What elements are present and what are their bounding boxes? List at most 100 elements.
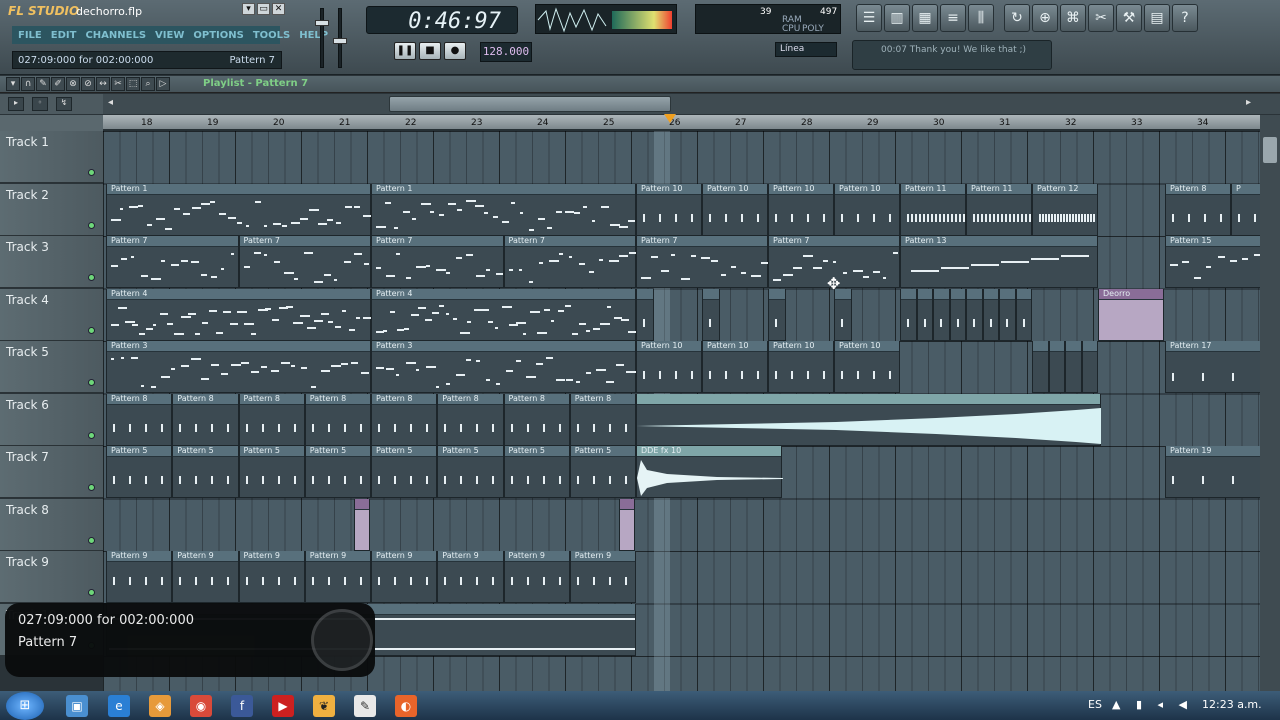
timeline-ruler[interactable]: 18 19 20 21 22 23 24 25 26 27 28 29 30 31 32 33 34 bbox=[103, 114, 1260, 131]
pattern-clip[interactable]: Pattern 11 bbox=[966, 183, 1032, 236]
pattern-clip[interactable] bbox=[966, 288, 983, 341]
pattern-clip[interactable]: Pattern 3 bbox=[106, 341, 371, 393]
system-tray[interactable]: ▲ ▮ ◂ ◀ bbox=[1112, 698, 1193, 711]
pattern-clip[interactable]: Pattern 15 bbox=[1165, 236, 1260, 288]
pause-button[interactable]: ❚❚ bbox=[394, 42, 416, 60]
pattern-clip[interactable]: Pattern 10 bbox=[702, 341, 768, 393]
notepad-icon[interactable]: ✎ bbox=[354, 695, 376, 717]
pattern-clip[interactable]: Pattern 5 bbox=[437, 446, 504, 498]
pattern-clip[interactable] bbox=[933, 288, 950, 341]
pattern-clip[interactable]: Pattern 9 bbox=[106, 551, 173, 603]
firefox-icon[interactable]: ◐ bbox=[395, 695, 417, 717]
pattern-clip[interactable]: Pattern 9 bbox=[172, 551, 239, 603]
piano-roll-icon[interactable]: ▥ bbox=[884, 4, 910, 32]
pattern-clip[interactable]: Pattern 4 bbox=[371, 288, 637, 341]
pattern-clip[interactable]: Pattern 17 bbox=[1165, 341, 1260, 393]
maximize-button[interactable]: ▭ bbox=[257, 3, 270, 15]
pattern-clip[interactable]: Pattern 8 bbox=[503, 393, 570, 446]
notes-icon[interactable]: ▤ bbox=[1144, 4, 1170, 32]
browser-icon[interactable]: ≡ bbox=[940, 4, 966, 32]
explorer-icon[interactable]: ▣ bbox=[66, 695, 88, 717]
pattern-clip[interactable]: Pattern 7 bbox=[238, 236, 371, 288]
master-volume-knob[interactable] bbox=[315, 20, 329, 26]
menu-options[interactable]: OPTIONS bbox=[193, 30, 243, 41]
slip-tool-icon[interactable]: ↔ bbox=[96, 77, 110, 91]
step-sequencer-icon[interactable]: ▦ bbox=[912, 4, 938, 32]
pattern-clip[interactable]: Pattern 5 bbox=[503, 446, 570, 498]
pattern-clip[interactable]: Pattern 19 bbox=[1165, 446, 1260, 498]
pattern-clip[interactable]: Pattern 10 bbox=[636, 341, 702, 393]
track-header-9[interactable]: Track 9 bbox=[0, 551, 103, 603]
pattern-clip[interactable]: Pattern 9 bbox=[437, 551, 504, 603]
pattern-clip[interactable]: Pattern 5 bbox=[172, 446, 239, 498]
taskbar-clock[interactable]: 12:23 a.m. bbox=[1202, 698, 1262, 711]
pattern-clip[interactable] bbox=[768, 288, 786, 341]
pattern-clip[interactable] bbox=[702, 288, 720, 341]
loop-icon[interactable]: ↻ bbox=[1004, 4, 1030, 32]
song-position-display[interactable]: 0:46:97 bbox=[366, 6, 518, 34]
track-enable-led[interactable] bbox=[88, 274, 95, 281]
pattern-clip[interactable] bbox=[1048, 341, 1065, 393]
pattern-clip[interactable]: DDE fx 10 bbox=[636, 446, 783, 498]
close-button[interactable]: ✕ bbox=[272, 3, 285, 15]
pattern-clip[interactable]: Pattern 8 bbox=[172, 393, 239, 446]
pattern-clip[interactable] bbox=[619, 498, 635, 551]
pattern-clip[interactable]: Pattern 8 bbox=[437, 393, 504, 446]
scrollbar-thumb[interactable] bbox=[389, 96, 671, 112]
pattern-clip[interactable]: Pattern 5 bbox=[371, 446, 438, 498]
track-header-8[interactable]: Track 8 bbox=[0, 498, 103, 551]
menu-channels[interactable]: CHANNELS bbox=[85, 30, 146, 41]
pattern-clip[interactable]: Pattern 9 bbox=[304, 551, 371, 603]
vertical-scrollbar[interactable] bbox=[1260, 115, 1280, 691]
pattern-clip[interactable]: Pattern 8 bbox=[304, 393, 371, 446]
facebook-icon[interactable]: f bbox=[231, 695, 253, 717]
track-header-5[interactable]: Track 5 bbox=[0, 341, 103, 393]
track-enable-led[interactable] bbox=[88, 379, 95, 386]
pattern-clip[interactable]: Pattern 12 bbox=[1032, 183, 1098, 236]
pattern-clip[interactable]: Pattern 7 bbox=[371, 236, 504, 288]
pattern-clip[interactable] bbox=[916, 288, 933, 341]
pattern-clip[interactable]: Pattern 7 bbox=[503, 236, 638, 288]
pattern-clip[interactable]: Pattern 10 bbox=[768, 183, 834, 236]
pattern-clip[interactable]: Deorro bbox=[1098, 288, 1164, 341]
track-enable-led[interactable] bbox=[88, 589, 95, 596]
master-volume[interactable] bbox=[300, 6, 347, 72]
pattern-clip[interactable] bbox=[982, 288, 999, 341]
track-enable-led[interactable] bbox=[88, 326, 95, 334]
track-enable-led[interactable] bbox=[88, 169, 95, 176]
menu-view[interactable]: VIEW bbox=[155, 30, 184, 41]
vertical-scrollbar-thumb[interactable] bbox=[1263, 137, 1277, 163]
track-header-6[interactable]: Track 6 bbox=[0, 393, 103, 446]
pattern-clip[interactable] bbox=[999, 288, 1016, 341]
pattern-clip[interactable] bbox=[1081, 341, 1098, 393]
playhead-marker-icon[interactable] bbox=[664, 114, 676, 123]
track-enable-led[interactable] bbox=[88, 536, 95, 544]
paint-tool-icon[interactable]: ✐ bbox=[51, 77, 65, 91]
pattern-clip[interactable]: Pattern 10 bbox=[834, 183, 900, 236]
menu-tools[interactable]: TOOLS bbox=[253, 30, 290, 41]
pattern-clip[interactable]: Pattern 13 bbox=[900, 236, 1098, 288]
zoom-tool-icon[interactable]: ⌕ bbox=[141, 77, 155, 91]
pattern-clip[interactable]: Pattern 8 bbox=[1165, 183, 1231, 236]
pattern-clip[interactable]: Pattern 8 bbox=[569, 393, 636, 446]
channel-icon[interactable]: ⌘ bbox=[1060, 4, 1086, 32]
ie-icon[interactable]: e bbox=[108, 695, 130, 717]
pattern-clip[interactable]: Pattern 10 bbox=[636, 183, 702, 236]
pattern-clip[interactable] bbox=[1032, 341, 1049, 393]
pattern-clip[interactable]: Pattern 9 bbox=[569, 551, 636, 603]
help-icon[interactable]: ? bbox=[1172, 4, 1198, 32]
track-enable-led[interactable] bbox=[88, 484, 95, 491]
pattern-mode-icon[interactable]: ▸ bbox=[8, 97, 24, 111]
pattern-clip[interactable]: Pattern 1 bbox=[106, 183, 373, 236]
minimize-button[interactable]: ▾ bbox=[242, 3, 255, 15]
language-indicator[interactable]: ES bbox=[1088, 698, 1102, 711]
pattern-clip[interactable]: Pattern 8 bbox=[106, 393, 173, 446]
magnet-icon[interactable]: ∩ bbox=[21, 77, 35, 91]
wrench-icon[interactable]: ⚒ bbox=[1116, 4, 1142, 32]
pattern-clip[interactable]: Pattern 10 bbox=[834, 341, 900, 393]
pattern-clip[interactable]: P bbox=[1231, 183, 1260, 236]
mute-tool-icon[interactable]: ⊘ bbox=[81, 77, 95, 91]
pattern-clip[interactable]: Pattern 5 bbox=[238, 446, 305, 498]
track-header-3[interactable]: Track 3 bbox=[0, 236, 103, 288]
app-icon[interactable]: ◈ bbox=[149, 695, 171, 717]
